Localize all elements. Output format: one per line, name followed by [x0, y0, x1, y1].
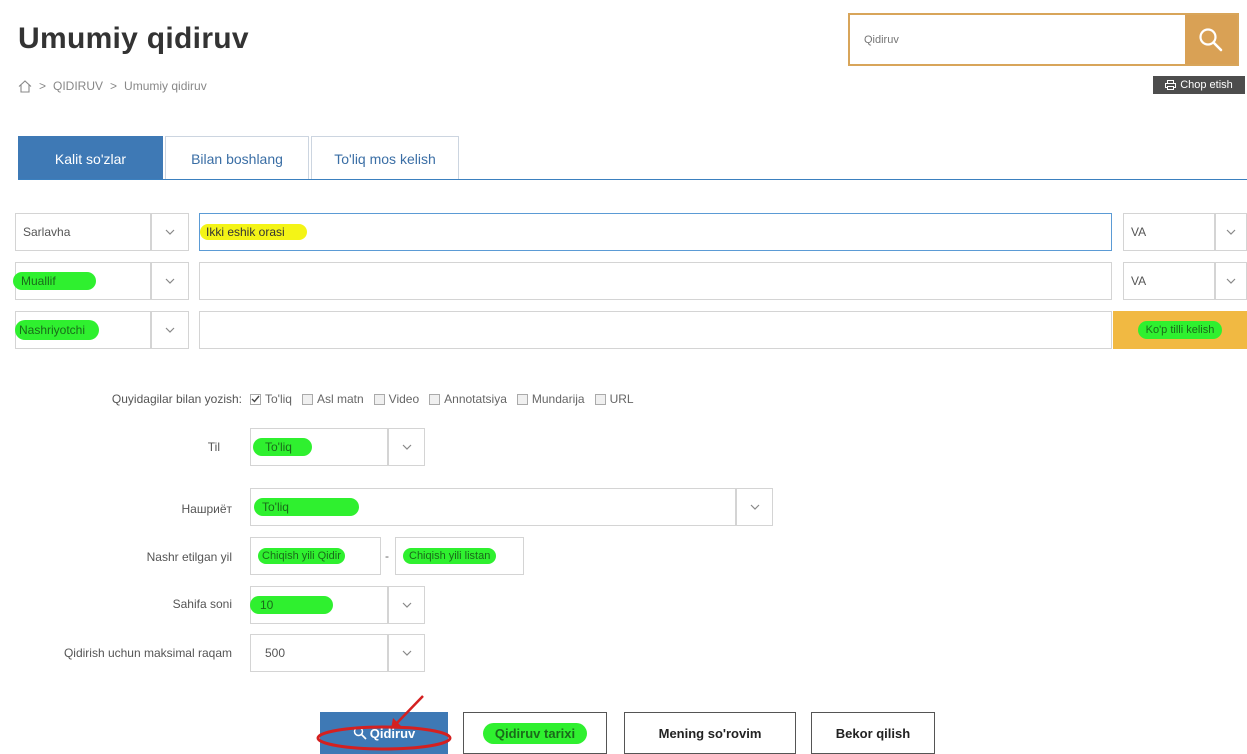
print-button-label: Chop etish: [1180, 79, 1233, 91]
checkbox-video[interactable]: [373, 393, 385, 405]
checkbox-url[interactable]: [594, 393, 606, 405]
checkbox-annotation[interactable]: [429, 393, 441, 405]
chevron-down-icon[interactable]: [388, 586, 425, 624]
print-button[interactable]: Chop etish: [1153, 76, 1245, 94]
page-count-select[interactable]: 10: [250, 586, 388, 624]
option-label: URL: [609, 392, 634, 406]
search-history-label: Qidiruv tarixi: [482, 722, 588, 744]
multilingual-match-label: Ko'p tilli kelish: [1137, 321, 1223, 339]
my-query-button[interactable]: Mening so'rovim: [624, 712, 796, 754]
operator-select[interactable]: VA: [1123, 213, 1215, 251]
write-with-label: Quyidagilar bilan yozish:: [111, 392, 242, 406]
language-select[interactable]: To'liq: [250, 428, 388, 466]
criteria-field-value: Muallif: [13, 272, 96, 290]
site-search: [848, 13, 1239, 66]
criteria-value-input[interactable]: [199, 262, 1112, 300]
criteria-field-select[interactable]: Muallif: [13, 262, 151, 300]
chevron-down-icon[interactable]: [736, 488, 773, 526]
language-label: Til: [207, 440, 220, 454]
option-label: Mundarija: [531, 392, 585, 406]
chevron-down-icon[interactable]: [151, 262, 189, 300]
language-value: To'liq: [253, 438, 312, 456]
cancel-button[interactable]: Bekor qilish: [811, 712, 935, 754]
option-label: Video: [388, 392, 420, 406]
criteria-field-select[interactable]: Nashriyotchi: [15, 311, 151, 349]
criteria-field-value: Nashriyotchi: [15, 320, 100, 340]
breadcrumb-item-qidiruv[interactable]: QIDIRUV: [53, 79, 103, 93]
chevron-down-icon[interactable]: [388, 428, 425, 466]
option-label: Asl matn: [316, 392, 364, 406]
operator-value: VA: [1131, 225, 1147, 239]
year-to-input[interactable]: Chiqish yili listan: [395, 537, 524, 575]
site-search-input[interactable]: [850, 15, 1188, 64]
tab-keywords[interactable]: Kalit so'zlar: [18, 136, 163, 180]
search-icon: [353, 726, 367, 740]
breadcrumb: > QIDIRUV > Umumiy qidiruv: [18, 79, 207, 93]
checkbox-full[interactable]: [250, 393, 261, 405]
tab-exact-match[interactable]: To'liq mos kelish: [311, 136, 459, 180]
year-from-value: Chiqish yili Qidir: [258, 548, 345, 564]
breadcrumb-separator: >: [39, 79, 47, 93]
chevron-down-icon[interactable]: [388, 634, 425, 672]
chevron-down-icon[interactable]: [151, 311, 189, 349]
publisher-value: To'liq: [254, 498, 359, 516]
operator-select[interactable]: VA: [1123, 262, 1215, 300]
page-count-value: 10: [250, 596, 334, 614]
checkbox-original-text[interactable]: [301, 393, 313, 405]
criteria-value-input[interactable]: [199, 311, 1112, 349]
multilingual-match-button[interactable]: Ko'p tilli kelish: [1113, 311, 1247, 349]
criteria-field-select[interactable]: Sarlavha: [15, 213, 151, 251]
chevron-down-icon[interactable]: [1215, 213, 1247, 251]
max-results-select[interactable]: 500: [250, 634, 388, 672]
publisher-label: Нашриёт: [181, 502, 232, 516]
search-icon: [1199, 27, 1223, 51]
year-from-input[interactable]: Chiqish yili Qidir: [250, 537, 381, 575]
operator-value: VA: [1131, 274, 1147, 288]
max-results-value: 500: [265, 646, 286, 660]
chevron-down-icon[interactable]: [151, 213, 189, 251]
breadcrumb-item-current: Umumiy qidiruv: [124, 79, 207, 93]
home-icon[interactable]: [18, 79, 32, 93]
criteria-value-input[interactable]: Ikki eshik orasi: [199, 213, 1112, 251]
breadcrumb-separator: >: [110, 79, 118, 93]
checkbox-contents[interactable]: [516, 393, 528, 405]
page-count-label: Sahifa soni: [172, 597, 232, 611]
max-results-label: Qidirish uchun maksimal raqam: [63, 646, 232, 660]
option-label: Annotatsiya: [444, 392, 507, 406]
search-history-button[interactable]: Qidiruv tarixi: [463, 712, 607, 754]
printer-icon: [1165, 80, 1177, 90]
chevron-down-icon[interactable]: [1215, 262, 1247, 300]
search-button[interactable]: Qidiruv: [320, 712, 448, 754]
page-title: Umumiy qidiruv: [18, 22, 249, 55]
write-with-options: To'liq Asl matn Video Annotatsiya Mundar…: [250, 392, 634, 406]
publication-year-label: Nashr etilgan yil: [146, 550, 232, 564]
site-search-button[interactable]: [1185, 15, 1237, 64]
criteria-value-text: Ikki eshik orasi: [200, 224, 307, 240]
publisher-select[interactable]: To'liq: [250, 488, 736, 526]
criteria-field-value: Sarlavha: [23, 225, 71, 239]
tabs-underline: [18, 179, 1247, 180]
year-to-value: Chiqish yili listan: [403, 548, 497, 564]
year-range-separator: -: [385, 549, 389, 563]
option-label: To'liq: [265, 392, 292, 406]
tab-begins-with[interactable]: Bilan boshlang: [165, 136, 309, 180]
search-button-label: Qidiruv: [369, 725, 416, 741]
